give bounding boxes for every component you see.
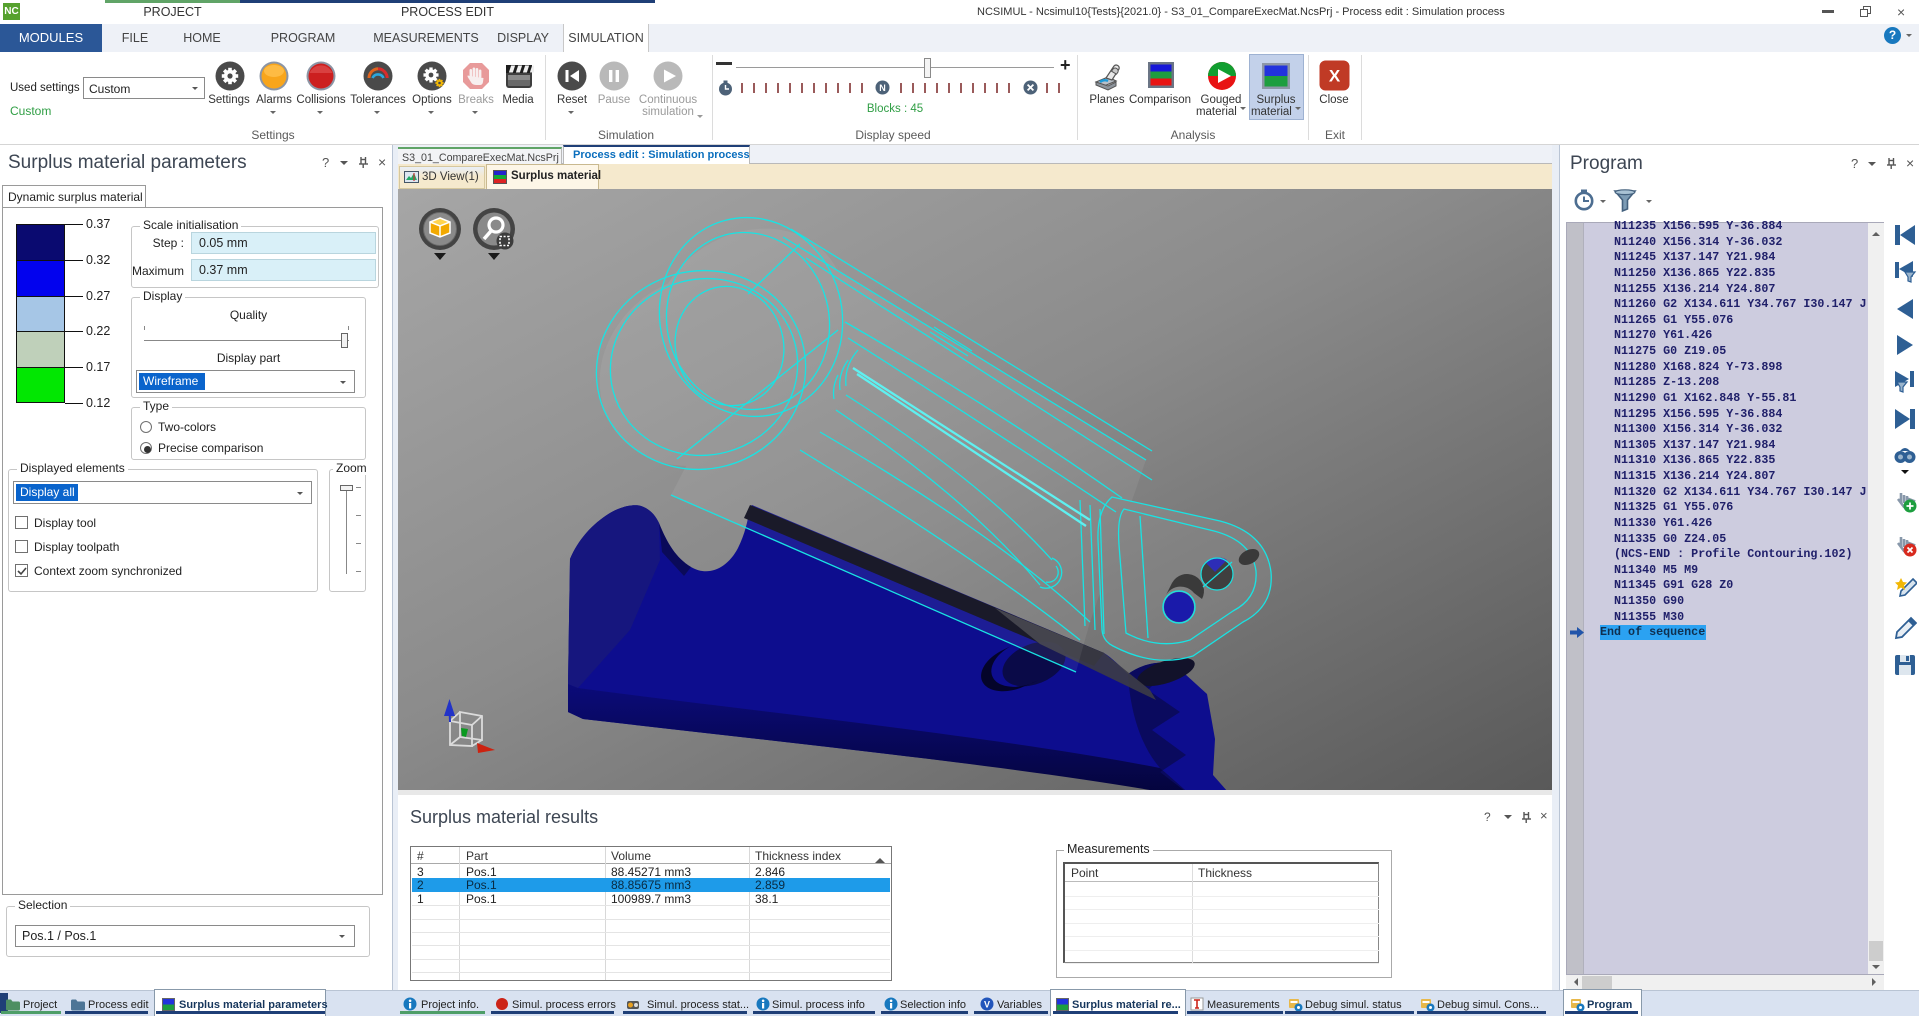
svg-text:X: X bbox=[1329, 67, 1341, 86]
svg-text:V: V bbox=[984, 1000, 990, 1010]
svg-text:N: N bbox=[879, 83, 886, 93]
